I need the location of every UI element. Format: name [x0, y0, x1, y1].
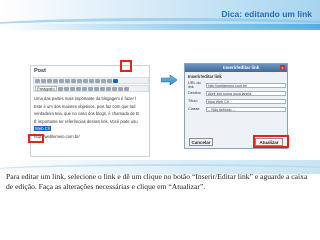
- editor-toolbar-row-2: Parágrafo: [33, 85, 149, 92]
- editor-toolbar-row-1: [33, 77, 149, 84]
- quote-icon[interactable]: [65, 79, 70, 83]
- special-char-icon[interactable]: [93, 86, 99, 91]
- title-row: Título blog Web CH: [188, 98, 286, 104]
- clear-formatting-icon[interactable]: [87, 86, 93, 91]
- indent-icon[interactable]: [105, 86, 111, 91]
- link-button-highlight: [120, 60, 132, 72]
- class-label: Classe: [188, 107, 200, 111]
- post-label: Post: [34, 68, 46, 74]
- slide: Dica: editando um link Post Parágrafo Um…: [0, 0, 320, 240]
- undo-icon[interactable]: [111, 86, 117, 91]
- help-icon[interactable]: [123, 86, 129, 91]
- numbered-list-icon[interactable]: [59, 79, 64, 83]
- editor-line: verdadeira teia, que no caso dos blogs, …: [34, 111, 139, 117]
- align-center-icon[interactable]: [77, 79, 82, 83]
- update-button-highlight: [253, 135, 289, 148]
- title-label: Título: [188, 99, 198, 103]
- strikethrough-icon[interactable]: [47, 79, 52, 83]
- close-icon[interactable]: x: [280, 65, 285, 70]
- align-left-icon[interactable]: [71, 79, 76, 83]
- fullscreen-icon[interactable]: [101, 79, 106, 83]
- unlink-icon[interactable]: [107, 79, 112, 83]
- dialog-subheading: Inserir/editar link: [188, 74, 222, 79]
- title-input[interactable]: blog Web CH: [206, 98, 286, 104]
- editor-line: Uma das partes mais importante da blogag…: [34, 96, 136, 101]
- editor-line: É importante ter referências desses link…: [34, 118, 138, 124]
- more-icon[interactable]: [89, 79, 94, 83]
- insert-edit-link-icon[interactable]: [113, 79, 118, 83]
- paste-word-icon[interactable]: [81, 86, 87, 91]
- align-right-icon[interactable]: [83, 79, 88, 83]
- target-row: Destino Abrir link numa nova janela: [188, 90, 286, 96]
- class-row: Classe -- Não definido --: [188, 106, 286, 112]
- italic-icon[interactable]: [41, 79, 46, 83]
- arrow-right-icon: [161, 75, 177, 85]
- spellcheck-icon[interactable]: [95, 79, 100, 83]
- target-select[interactable]: Abrir link numa nova janela: [206, 90, 286, 96]
- cancel-button[interactable]: Cancelar: [189, 138, 213, 146]
- text-color-icon[interactable]: [69, 86, 75, 91]
- bullet-list-icon[interactable]: [53, 79, 58, 83]
- link-url-input[interactable]: http://weblemeio.com.br/: [206, 82, 286, 88]
- class-select[interactable]: -- Não definido --: [206, 106, 286, 112]
- bold-icon[interactable]: [35, 79, 40, 83]
- paste-text-icon[interactable]: [75, 86, 81, 91]
- link-url-label: URL do link: [188, 81, 201, 89]
- editor-line: Este é um dos maiores objetivos, pois fa…: [34, 103, 136, 109]
- slide-title: Dica: editando um link: [221, 9, 312, 19]
- link-url-row: URL do link http://weblemeio.com.br/: [188, 81, 286, 89]
- redo-icon[interactable]: [117, 86, 123, 91]
- underline-icon[interactable]: [57, 86, 63, 91]
- target-label: Destino: [188, 91, 201, 95]
- caption-text: Para editar um link, selecione o link e …: [6, 172, 308, 191]
- header-curve: [0, 18, 320, 34]
- editor-url-line: http://weblemeio.com.br/: [34, 133, 80, 139]
- editor-body[interactable]: Uma das partes mais importante da blogag…: [34, 96, 148, 142]
- post-editor: Post Parágrafo Uma das partes mais impor…: [30, 65, 150, 157]
- paragraph-format-select[interactable]: Parágrafo: [35, 86, 57, 91]
- outdent-icon[interactable]: [99, 86, 105, 91]
- justify-icon[interactable]: [63, 86, 69, 91]
- selected-link-text[interactable]: Web Ch: [34, 126, 52, 132]
- dialog-title: Inserir/editar link: [223, 65, 260, 70]
- selected-link-highlight: [28, 134, 44, 143]
